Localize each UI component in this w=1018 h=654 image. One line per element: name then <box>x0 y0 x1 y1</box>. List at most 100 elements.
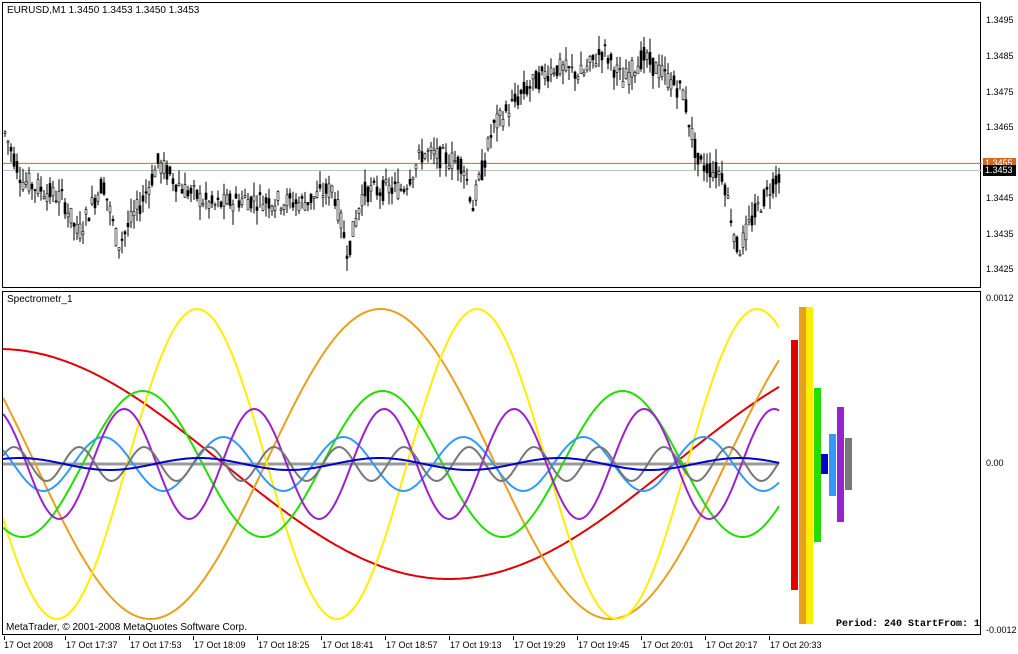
candle-body <box>615 64 619 73</box>
candle-body <box>75 223 79 234</box>
indicator-scale-label: -0.0012 <box>986 625 1017 635</box>
chart-title: EURUSD,M1 1.3450 1.3453 1.3450 1.3453 <box>7 5 200 16</box>
candle-body <box>594 63 598 67</box>
candle-body <box>426 150 430 153</box>
candle-body <box>480 160 484 181</box>
copyright-text: MetaTrader, © 2001-2008 MetaQuotes Softw… <box>6 622 248 633</box>
price-label: 1.3425 <box>986 264 1014 274</box>
candle-body <box>537 72 541 90</box>
candle-body <box>483 160 487 168</box>
candle-body <box>552 72 556 75</box>
candle-body <box>459 158 463 174</box>
candle-body <box>744 223 748 241</box>
candle-body <box>651 57 655 76</box>
candle-body <box>201 203 205 206</box>
candle-body <box>123 231 127 235</box>
candle-body <box>777 174 781 183</box>
time-label: 17 Oct 18:25 <box>258 640 310 650</box>
candle-body <box>108 205 112 213</box>
candle-body <box>255 206 259 211</box>
candle-body <box>18 179 22 184</box>
time-label: 17 Oct 18:09 <box>194 640 246 650</box>
candle-body <box>585 65 589 71</box>
candle-body <box>567 66 571 68</box>
candle-body <box>132 211 136 217</box>
candle-body <box>765 186 769 190</box>
candle-body <box>417 149 421 153</box>
candle-body <box>225 194 229 205</box>
candle-body <box>393 181 397 185</box>
price-label: 1.3475 <box>986 87 1014 97</box>
candle-body <box>72 222 76 227</box>
candle-body <box>519 89 523 95</box>
candle-body <box>198 193 202 207</box>
candle-body <box>762 189 766 207</box>
candle-body <box>369 185 373 192</box>
candle-body <box>675 88 679 98</box>
candle-body <box>96 194 100 202</box>
candle-body <box>720 173 724 182</box>
candle-body <box>561 64 565 71</box>
candle-body <box>732 234 736 243</box>
candle-body <box>177 182 181 186</box>
candle-body <box>624 68 628 79</box>
candle-body <box>15 161 19 173</box>
candle-body <box>24 181 28 185</box>
candle-body <box>555 65 559 77</box>
candle-body <box>381 180 385 202</box>
candle-body <box>99 178 103 194</box>
candle-body <box>363 181 367 197</box>
candle-body <box>246 199 250 211</box>
price-label: 1.3465 <box>986 122 1014 132</box>
candle-body <box>630 60 634 78</box>
candle-body <box>489 135 493 138</box>
candle-body <box>294 199 298 204</box>
candle-body <box>216 197 220 201</box>
candle-body <box>663 69 667 72</box>
price-label: 1.3435 <box>986 229 1014 239</box>
candle-body <box>330 185 334 193</box>
time-label: 17 Oct 20:33 <box>770 640 822 650</box>
candle-body <box>513 93 517 102</box>
candle-body <box>27 173 31 192</box>
candle-body <box>462 171 466 177</box>
candle-body <box>366 186 370 203</box>
candle-body <box>282 204 286 211</box>
candle-body <box>309 193 313 203</box>
candle-body <box>303 202 307 211</box>
candle-body <box>288 193 292 199</box>
price-chart-pane[interactable]: EURUSD,M1 1.3450 1.3453 1.3450 1.3453 <box>2 2 982 288</box>
candle-body <box>117 247 121 251</box>
candle-body <box>588 55 592 63</box>
candle-body <box>531 74 535 80</box>
candle-body <box>243 195 247 198</box>
indicator-pane[interactable]: Spectrometr_1 <box>2 291 981 635</box>
candle-body <box>327 183 331 198</box>
candle-body <box>42 196 46 199</box>
candle-body <box>285 194 289 206</box>
time-label: 17 Oct 2008 <box>4 640 54 650</box>
candle-body <box>654 62 658 74</box>
candle-body <box>93 198 97 209</box>
candle-body <box>339 212 343 229</box>
candle-body <box>702 165 706 172</box>
candle-body <box>36 179 40 194</box>
candle-body <box>597 49 601 55</box>
candle-body <box>138 205 142 214</box>
candle-body <box>705 164 709 174</box>
candle-body <box>621 81 625 88</box>
yellow-bar <box>806 307 813 624</box>
candle-body <box>465 179 469 181</box>
blue-bar <box>821 454 828 474</box>
candle-body <box>678 80 682 84</box>
candle-body <box>165 165 169 180</box>
candle-body <box>729 220 733 223</box>
time-label: 17 Oct 20:01 <box>642 640 694 650</box>
candle-body <box>666 73 670 88</box>
candle-body <box>429 146 433 151</box>
candle-body <box>672 75 676 86</box>
candle-body <box>102 182 106 195</box>
candle-body <box>192 184 196 187</box>
candle-body <box>453 160 457 163</box>
candle-body <box>126 223 130 228</box>
